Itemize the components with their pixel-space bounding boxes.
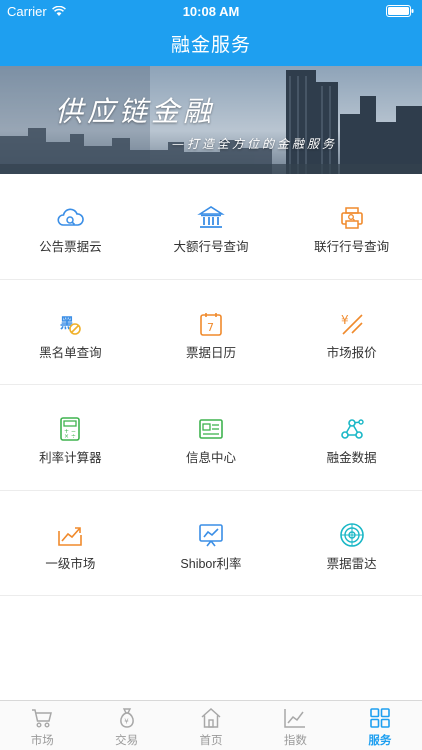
tab-trade[interactable]: ¥ 交易 bbox=[84, 701, 168, 750]
service-rate-calculator[interactable]: + − × ÷ 利率计算器 bbox=[0, 385, 141, 490]
service-label: Shibor利率 bbox=[180, 556, 242, 571]
status-time: 10:08 AM bbox=[182, 4, 240, 19]
cart-icon bbox=[32, 709, 53, 728]
service-notice-cloud[interactable]: 公告票据云 bbox=[0, 174, 141, 279]
service-market-quote[interactable]: ¥ 市场报价 bbox=[281, 280, 422, 385]
service-bill-calendar[interactable]: 7 票据日历 bbox=[141, 280, 282, 385]
service-large-bank-lookup[interactable]: 大额行号查询 bbox=[141, 174, 282, 279]
index-chart-icon bbox=[284, 709, 306, 728]
status-bar: Carrier 10:08 AM bbox=[0, 0, 422, 22]
tab-index[interactable]: 指数 bbox=[253, 701, 337, 750]
tab-service[interactable]: 服务 bbox=[338, 701, 422, 750]
service-primary-market[interactable]: 一级市场 bbox=[0, 491, 141, 596]
bottom-tab-bar: 市场 ¥ 交易 首页 指数 服务 bbox=[0, 700, 422, 750]
service-blacklist-lookup[interactable]: 黑 黑名单查询 bbox=[0, 280, 141, 385]
service-label: 联行行号查询 bbox=[314, 240, 390, 254]
tab-label: 服务 bbox=[368, 735, 392, 747]
service-info-center[interactable]: 信息中心 bbox=[141, 385, 282, 490]
tab-market[interactable]: 市场 bbox=[0, 701, 84, 750]
service-grid: 公告票据云 大额行号查询 联行行号查询 黑 黑名单查询 7 票据日历 ¥ 市场报… bbox=[0, 174, 422, 596]
service-bill-radar[interactable]: 票据雷达 bbox=[281, 491, 422, 596]
banner-subtitle: —打造全方位的金融服务 bbox=[172, 137, 338, 151]
service-shibor-rate[interactable]: Shibor利率 bbox=[141, 491, 282, 596]
service-label: 黑名单查询 bbox=[39, 345, 102, 360]
svg-text:7: 7 bbox=[207, 321, 214, 334]
service-row: 黑 黑名单查询 7 票据日历 ¥ 市场报价 bbox=[0, 280, 422, 385]
service-row: 公告票据云 大额行号查询 联行行号查询 bbox=[0, 174, 422, 280]
bank-icon bbox=[197, 206, 225, 228]
service-label: 一级市场 bbox=[45, 556, 96, 571]
service-label: 公告票据云 bbox=[39, 240, 102, 254]
service-branch-bank-lookup[interactable]: 联行行号查询 bbox=[281, 174, 422, 279]
radar-icon bbox=[339, 522, 364, 547]
tab-label: 首页 bbox=[199, 735, 223, 747]
money-bag-icon: ¥ bbox=[119, 708, 134, 728]
service-finance-data[interactable]: 融金数据 bbox=[281, 385, 422, 490]
tab-label: 指数 bbox=[283, 735, 307, 747]
calendar-icon: 7 bbox=[200, 312, 222, 336]
svg-text:¥: ¥ bbox=[341, 313, 349, 327]
home-icon bbox=[201, 707, 221, 728]
grid-icon bbox=[370, 708, 390, 728]
service-label: 市场报价 bbox=[326, 345, 377, 360]
trend-board-icon bbox=[199, 523, 223, 546]
service-label: 融金数据 bbox=[326, 451, 377, 465]
yen-price-icon: ¥ bbox=[341, 313, 363, 335]
cloud-search-icon bbox=[57, 208, 85, 226]
svg-text:× ÷: × ÷ bbox=[64, 433, 76, 440]
header-bar: Carrier 10:08 AM 融金服务 bbox=[0, 0, 422, 66]
battery-icon bbox=[386, 5, 414, 17]
service-label: 信息中心 bbox=[185, 451, 236, 465]
primary-market-icon bbox=[58, 526, 83, 546]
printer-search-icon bbox=[340, 207, 363, 229]
service-label: 利率计算器 bbox=[39, 451, 102, 465]
banner-title: 供应链金融 bbox=[55, 95, 216, 128]
service-label: 票据雷达 bbox=[326, 556, 377, 571]
tab-label: 交易 bbox=[115, 735, 139, 747]
promo-banner[interactable]: 供应链金融 —打造全方位的金融服务 bbox=[0, 66, 422, 174]
calculator-icon: + − × ÷ bbox=[60, 417, 81, 441]
service-label: 大额行号查询 bbox=[173, 240, 249, 254]
service-label: 票据日历 bbox=[185, 345, 236, 360]
tab-label: 市场 bbox=[30, 735, 54, 747]
page-title: 融金服务 bbox=[170, 35, 251, 56]
blacklist-icon: 黑 bbox=[60, 316, 82, 335]
service-row: 一级市场 Shibor利率 票据雷达 bbox=[0, 491, 422, 596]
tab-home[interactable]: 首页 bbox=[169, 701, 253, 750]
news-icon bbox=[199, 419, 223, 439]
svg-text:¥: ¥ bbox=[124, 718, 129, 726]
service-row: + − × ÷ 利率计算器 信息中心 融金数据 bbox=[0, 385, 422, 491]
network-data-icon bbox=[340, 419, 364, 439]
